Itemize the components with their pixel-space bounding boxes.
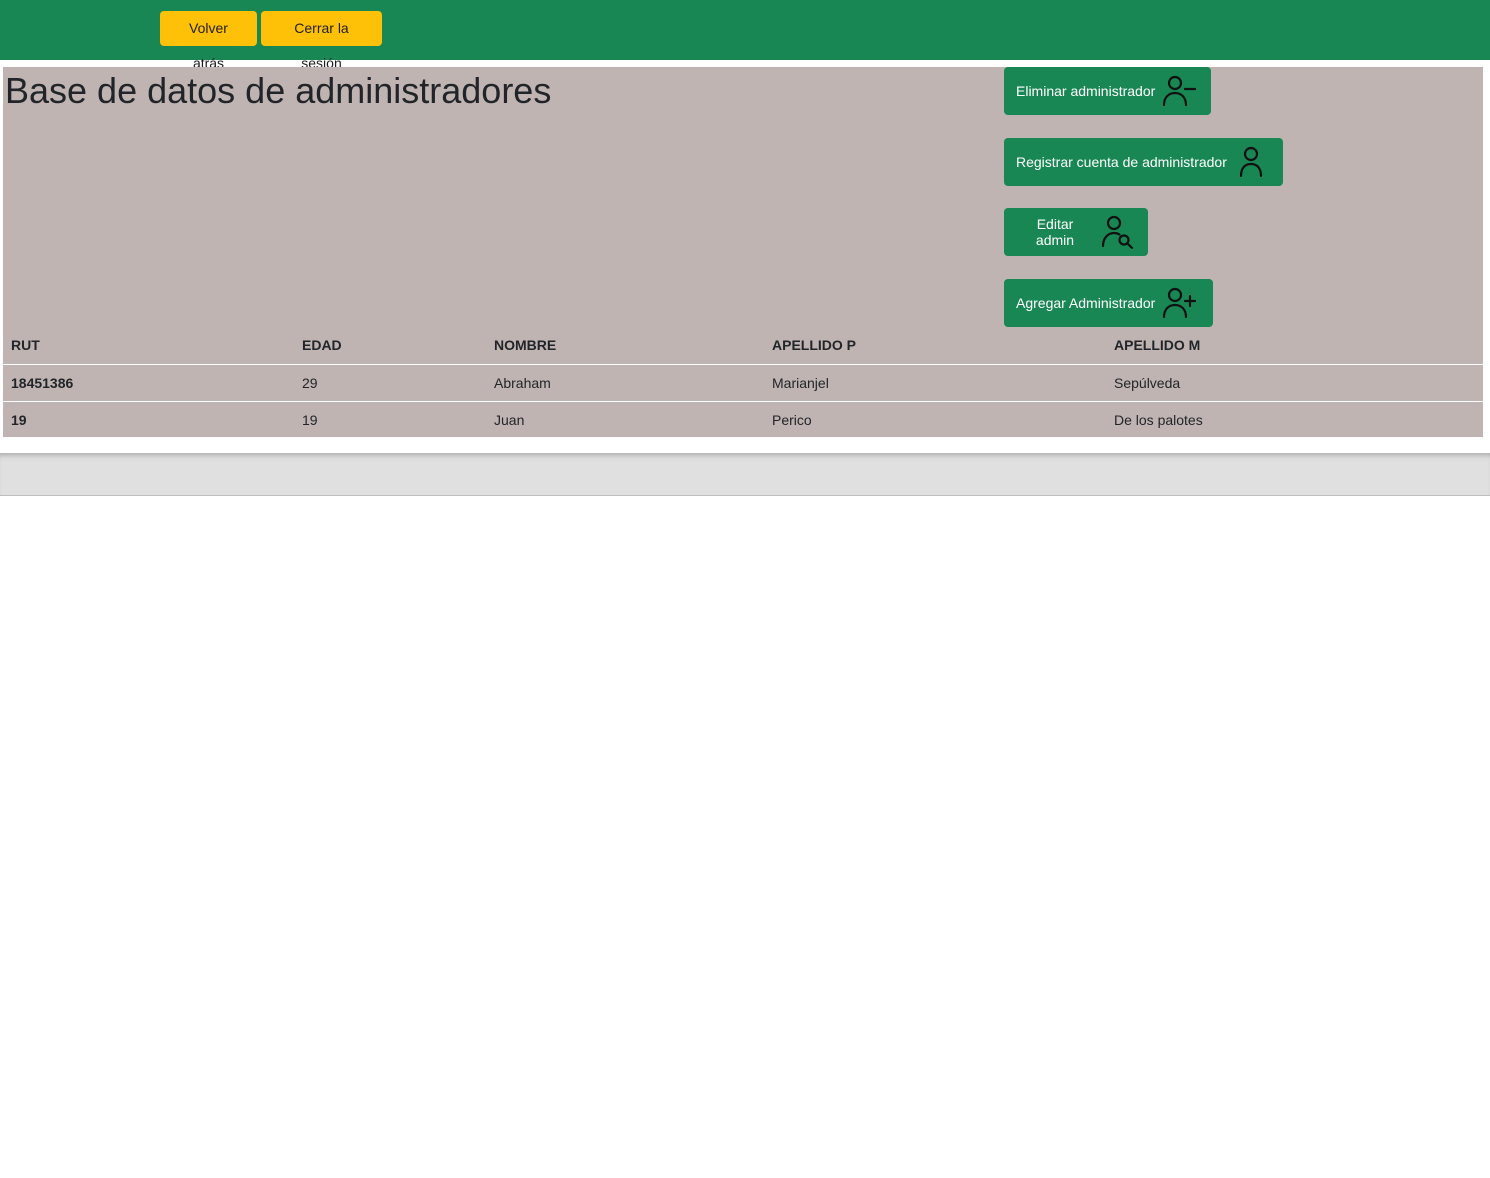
add-admin-button[interactable]: Agregar Administrador (1004, 279, 1213, 327)
logout-button[interactable]: Cerrar la sesión (261, 11, 382, 71)
edit-admin-label: Editar admin (1035, 216, 1075, 248)
cell-apellido-p: Perico (772, 411, 812, 428)
header-rut: RUT (3, 327, 294, 365)
top-navbar: Volver atrás Cerrar la sesión (0, 0, 1490, 71)
cell-nombre: Abraham (486, 364, 764, 402)
header-nombre: NOMBRE (486, 327, 764, 365)
header-apellido-m: APELLIDO M (1106, 327, 1483, 365)
table-row: 18451386 29 Abraham Marianjel Sepúlveda (3, 364, 1483, 402)
admin-panel: Base de datos de administradores Elimina… (3, 67, 1483, 437)
cell-nombre: Juan (494, 411, 525, 428)
person-icon (1233, 144, 1269, 180)
cell-apellido-m: De los palotes (1114, 411, 1203, 428)
cell-rut: 18451386 (3, 364, 294, 402)
cell-apellido-m: Sepúlveda (1106, 364, 1483, 402)
header-apellido-p: APELLIDO P (764, 327, 1106, 365)
page-title: Base de datos de administradores (5, 70, 552, 111)
cell-apellido-p: Marianjel (764, 364, 1106, 402)
person-plus-icon (1161, 285, 1197, 321)
edit-admin-button[interactable]: Editar admin (1004, 208, 1148, 256)
back-button[interactable]: Volver atrás (160, 11, 257, 71)
person-minus-icon (1161, 73, 1197, 109)
register-admin-button[interactable]: Registrar cuenta de administrador (1004, 138, 1283, 186)
table-row: 19 19 Juan Perico De los palotes (3, 401, 1483, 438)
table-header-row: RUT EDAD NOMBRE APELLIDO P APELLIDO M (3, 327, 1483, 365)
add-admin-label: Agregar Administrador (1016, 295, 1156, 311)
cell-edad: 19 (302, 411, 318, 428)
register-admin-label: Registrar cuenta de administrador (1016, 154, 1227, 170)
person-search-icon (1100, 214, 1136, 250)
footer-bar (0, 453, 1490, 496)
delete-admin-button[interactable]: Eliminar administrador (1004, 67, 1211, 115)
header-edad: EDAD (294, 327, 486, 365)
admin-table: RUT EDAD NOMBRE APELLIDO P APELLIDO M 18… (3, 327, 1483, 438)
delete-admin-label: Eliminar administrador (1016, 83, 1156, 99)
cell-edad: 29 (294, 364, 486, 402)
cell-rut: 19 (11, 411, 27, 428)
